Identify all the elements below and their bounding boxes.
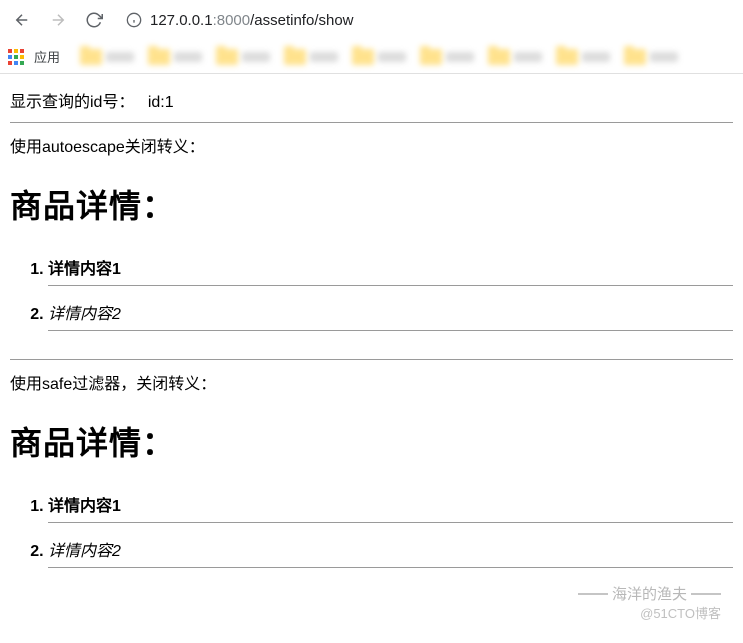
forward-button[interactable] bbox=[44, 6, 72, 34]
section-intro: 使用safe过滤器，关闭转义： bbox=[10, 364, 733, 400]
detail-list: 详情内容1 详情内容2 bbox=[48, 245, 733, 331]
bookmark-folder[interactable] bbox=[284, 49, 338, 65]
url-text: 127.0.0.1:8000/assetinfo/show bbox=[150, 12, 354, 29]
list-item-text: 详情内容1 bbox=[48, 498, 121, 515]
list-item: 详情内容2 bbox=[48, 527, 733, 568]
bookmark-folder[interactable] bbox=[624, 49, 678, 65]
list-item: 详情内容1 bbox=[48, 245, 733, 286]
bookmarks-bar: 应用 bbox=[0, 40, 743, 74]
bookmark-folder[interactable] bbox=[556, 49, 610, 65]
bookmark-folder[interactable] bbox=[488, 49, 542, 65]
id-line: 显示查询的id号： id:1 bbox=[10, 82, 733, 118]
list-item: 详情内容1 bbox=[48, 482, 733, 523]
list-item-text: 详情内容2 bbox=[48, 306, 121, 323]
url-path: /assetinfo/show bbox=[250, 12, 353, 29]
list-item: 详情内容2 bbox=[48, 290, 733, 331]
bookmark-folder[interactable] bbox=[420, 49, 474, 65]
back-button[interactable] bbox=[8, 6, 36, 34]
site-info-icon[interactable] bbox=[126, 12, 142, 28]
bookmark-folder[interactable] bbox=[352, 49, 406, 65]
browser-toolbar: 127.0.0.1:8000/assetinfo/show bbox=[0, 0, 743, 40]
section-intro: 使用autoescape关闭转义： bbox=[10, 127, 733, 163]
watermark-subtext: @51CTO博客 bbox=[578, 605, 721, 623]
dash-icon bbox=[578, 593, 608, 595]
bookmark-folder[interactable] bbox=[148, 49, 202, 65]
reload-button[interactable] bbox=[80, 6, 108, 34]
list-item-text: 详情内容2 bbox=[48, 543, 121, 560]
id-label: 显示查询的id号： bbox=[10, 94, 134, 111]
section-heading: 商品详情： bbox=[10, 181, 733, 227]
address-bar[interactable]: 127.0.0.1:8000/assetinfo/show bbox=[116, 5, 735, 35]
apps-icon[interactable] bbox=[8, 49, 24, 65]
dash-icon bbox=[691, 593, 721, 595]
url-port: :8000 bbox=[213, 12, 251, 29]
list-item-text: 详情内容1 bbox=[48, 261, 121, 278]
detail-list: 详情内容1 详情内容2 bbox=[48, 482, 733, 568]
section-heading: 商品详情： bbox=[10, 418, 733, 464]
bookmark-folder[interactable] bbox=[80, 49, 134, 65]
bookmark-folders bbox=[80, 49, 678, 65]
url-host: 127.0.0.1 bbox=[150, 12, 213, 29]
divider bbox=[10, 122, 733, 123]
watermark: 海洋的渔夫 @51CTO博客 bbox=[578, 584, 721, 623]
apps-label[interactable]: 应用 bbox=[34, 47, 60, 66]
bookmark-folder[interactable] bbox=[216, 49, 270, 65]
divider bbox=[10, 359, 733, 360]
page-body: 显示查询的id号： id:1 使用autoescape关闭转义： 商品详情： 详… bbox=[0, 74, 743, 576]
watermark-text: 海洋的渔夫 bbox=[612, 584, 687, 605]
id-value: id:1 bbox=[148, 94, 174, 111]
